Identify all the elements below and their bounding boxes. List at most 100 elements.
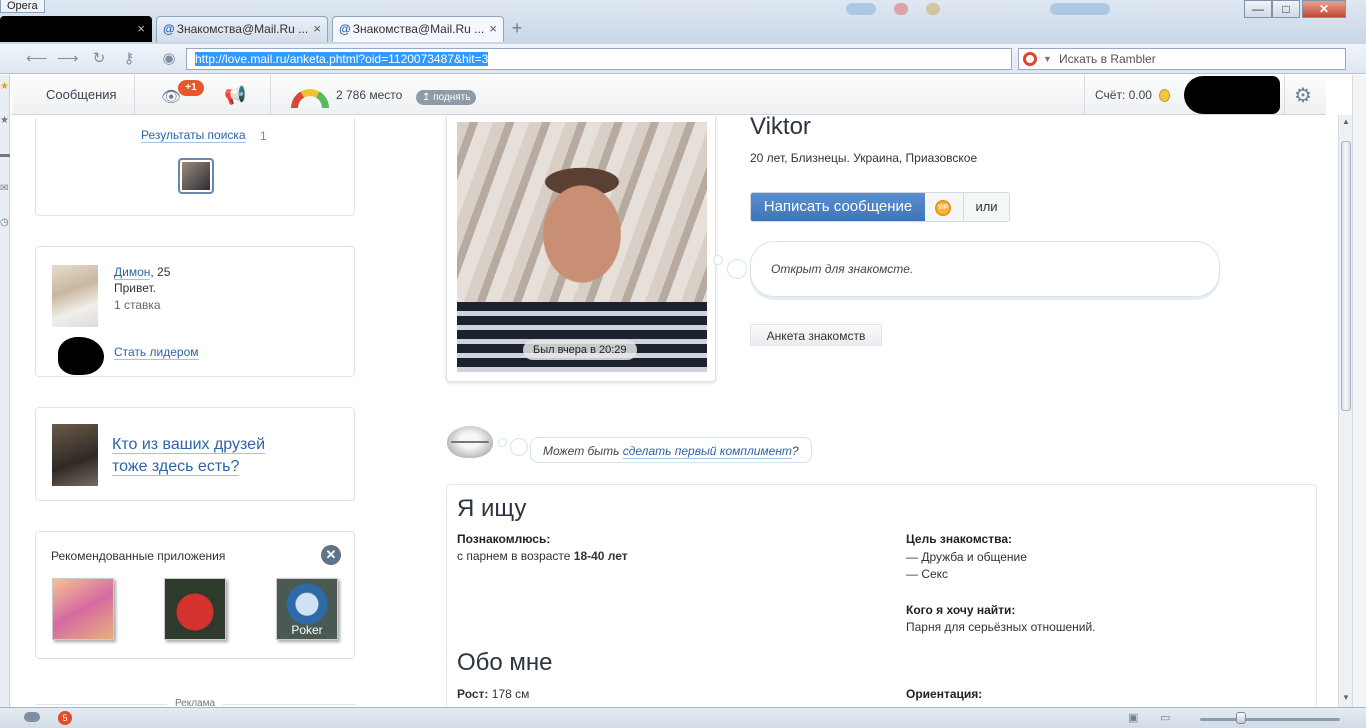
tray-icon [894,3,908,15]
app-poker-tile[interactable]: Poker [276,578,338,640]
user-menu-redacted[interactable] [1184,76,1280,114]
scroll-down-icon[interactable]: ▼ [1339,693,1353,705]
tab-redacted[interactable]: × [0,16,152,42]
scroll-thumb[interactable] [1341,141,1351,411]
search-input[interactable]: ▼ Искать в Rambler [1018,48,1346,70]
become-leader-link[interactable]: Стать лидером [114,345,199,360]
raise-button[interactable]: ↥ поднять [416,90,477,105]
lips-icon [447,426,493,458]
zoom-slider-knob[interactable] [1235,712,1246,724]
find-friends-line1[interactable]: Кто из ваших друзей [112,436,266,454]
bookmarks-icon[interactable]: ★ [0,81,9,92]
tab-mail-love-2[interactable]: @ Знакомства@Mail.Ru ... × [332,16,504,42]
gauge-icon [291,89,329,108]
meet-label: Познакомлюсь: [457,532,551,546]
tab-anketa[interactable]: Анкета знакомств [750,324,882,346]
messages-link[interactable]: Сообщения [46,75,117,115]
write-message-button[interactable]: Написать сообщение [751,193,925,221]
view-icon[interactable]: ▭ [1160,711,1170,724]
account-balance[interactable]: Счёт: 0.00 [1095,75,1152,115]
address-input[interactable]: http://love.mail.ru/anketa.phtml?oid=112… [186,48,1012,70]
leader-bets: 1 ставка [114,298,161,312]
leader-name-link[interactable]: Димон [114,265,151,280]
tray-icon [1050,3,1110,15]
app-caption: Poker [291,623,323,637]
favorites-icon[interactable]: ★ [0,115,9,126]
leader-name-line: Димон, 25 [114,265,170,280]
result-thumbnail[interactable] [178,158,214,194]
divider [1084,75,1085,115]
address-toolbar: ⟵ ⟶ ↻ ⚷ ◉ http://love.mail.ru/anketa.pht… [0,44,1366,74]
opera-side-panel: ★ ★ ▬ ✉ ◷ [0,75,10,707]
new-tab-button[interactable]: + [508,19,526,38]
recommended-apps-card: Рекомендованные приложения ✕ Poker [35,531,355,659]
page-scrollbar[interactable]: ▲ ▼ [1338,115,1352,707]
tab-label: Знакомства@Mail.Ru ... [176,22,309,36]
forward-icon[interactable]: ⟶ [57,50,79,68]
views-badge[interactable]: +1 [178,80,204,96]
avatar [182,162,210,190]
find-friends-line2[interactable]: тоже здесь есть? [112,458,240,476]
key-icon[interactable]: ⚷ [120,50,138,68]
tab-close-icon[interactable]: × [137,17,145,41]
whom-label: Кого я хочу найти: [906,603,1016,617]
opera-menu-button[interactable]: Opera [0,0,45,13]
leader-avatar[interactable] [52,265,98,327]
height-line: Рост: 178 см [457,687,529,701]
app-girl-tile[interactable] [52,578,114,640]
history-icon[interactable]: ◷ [0,217,9,228]
notification-badge[interactable]: 5 [58,711,72,725]
mail-at-icon: @ [163,22,175,36]
profile-name: Viktor [750,113,811,140]
seeking-title: Я ищу [457,495,527,522]
chevron-down-icon[interactable]: ▼ [1043,49,1052,69]
minimize-button[interactable]: — [1244,0,1272,18]
tab-close-icon[interactable]: × [489,17,497,41]
compliment-prefix: Может быть [543,444,623,458]
gear-icon[interactable]: ⚙ [1294,83,1312,108]
search-placeholder: Искать в Rambler [1059,52,1156,66]
divider [1284,75,1285,115]
tab-close-icon[interactable]: × [313,17,321,41]
browser-right-panel [1352,75,1366,707]
rambler-icon[interactable] [1023,52,1037,66]
search-results-link[interactable]: Результаты поиска [141,128,246,143]
browser-titlebar: Opera × @ Знакомства@Mail.Ru ... × @ Знако… [0,0,1366,44]
coin-icon [1159,89,1170,102]
maximize-button[interactable]: □ [1272,0,1300,18]
tab-label: Знакомства@Mail.Ru ... [352,22,485,36]
compliment-suffix: ? [791,444,799,458]
profile-photo-frame: Был вчера в 20:29 [446,116,716,382]
browser-statusbar: 5 ▣ ▭ [0,707,1366,728]
orientation-label: Ориентация: [906,687,983,701]
scroll-up-icon[interactable]: ▲ [1339,117,1353,129]
megaphone-icon[interactable]: 📢 [224,85,246,106]
goal-item: — Секс [906,567,949,581]
close-window-button[interactable]: ✕ [1302,0,1346,18]
back-icon[interactable]: ⟵ [26,50,48,68]
tab-mail-love-1[interactable]: @ Знакомства@Mail.Ru ... × [156,16,328,42]
panel-icon[interactable]: ▣ [1128,711,1138,724]
rank-text: 2 786 место [336,88,403,102]
goal-label: Цель знакомства: [906,532,1012,546]
search-results-count: 1 [260,129,267,143]
zoom-slider[interactable] [1200,718,1340,721]
globe-icon: ◉ [162,50,176,67]
close-icon[interactable]: ✕ [321,545,341,565]
mail-icon[interactable]: ✉ [0,183,8,194]
profile-photo[interactable]: Был вчера в 20:29 [457,122,707,372]
vip-icon[interactable]: VIP [935,200,951,216]
first-compliment-link[interactable]: сделать первый комплимент [622,444,792,459]
find-friends-link[interactable]: Кто из ваших друзей тоже здесь есть? [112,434,312,478]
reload-icon[interactable]: ↻ [90,50,108,68]
cloud-icon[interactable] [24,712,40,722]
or-dropdown-button[interactable]: или [963,193,1009,221]
notes-icon[interactable]: ▬ [0,149,10,160]
meet-value-line: с парнем в возрасте 18-40 лет [457,549,628,563]
friend-avatar[interactable] [52,424,98,486]
bubble-dot [498,438,507,447]
leader-card: Димон, 25 Привет. 1 ставка Стать лидером [35,246,355,377]
meet-value: с парнем в возрасте [457,549,574,563]
tray-icon [846,3,876,15]
app-strawberry-tile[interactable] [164,578,226,640]
